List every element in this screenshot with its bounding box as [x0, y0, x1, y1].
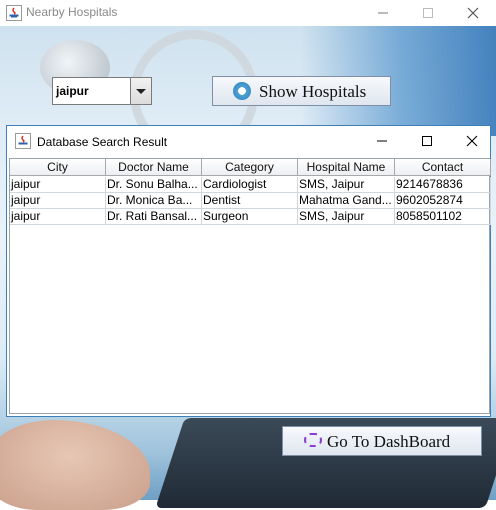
table-cell[interactable]: SMS, Jaipur: [298, 209, 395, 225]
table-header: City Doctor Name Category Hospital Name …: [10, 159, 491, 177]
close-icon: [467, 7, 479, 19]
java-icon: [15, 133, 31, 149]
column-header-city[interactable]: City: [10, 159, 106, 176]
table-cell[interactable]: 9602052874: [395, 193, 491, 209]
maximize-button[interactable]: [405, 2, 451, 24]
table-cell[interactable]: jaipur: [10, 209, 106, 225]
dialog-maximize-button[interactable]: [407, 130, 447, 152]
column-header-contact[interactable]: Contact: [395, 159, 491, 176]
maximize-icon: [422, 136, 432, 146]
results-table[interactable]: City Doctor Name Category Hospital Name …: [9, 158, 491, 414]
search-result-dialog: Database Search Result City Doctor Name …: [6, 125, 491, 417]
city-combobox-value: jaipur: [56, 84, 89, 98]
table-cell[interactable]: jaipur: [10, 193, 106, 209]
table-cell[interactable]: Surgeon: [202, 209, 298, 225]
show-hospitals-label: Show Hospitals: [259, 82, 367, 101]
table-cell[interactable]: Cardiologist: [202, 177, 298, 193]
table-cell[interactable]: jaipur: [10, 177, 106, 193]
table-row[interactable]: jaipur Dr. Monica Ba... Dentist Mahatma …: [10, 193, 491, 209]
column-header-doctor-name[interactable]: Doctor Name: [106, 159, 202, 176]
window-title: Nearby Hospitals: [26, 5, 118, 19]
table-cell[interactable]: SMS, Jaipur: [298, 177, 395, 193]
table-cell[interactable]: 9214678836: [395, 177, 491, 193]
dialog-title: Database Search Result: [37, 135, 168, 149]
column-header-hospital-name[interactable]: Hospital Name: [298, 159, 395, 176]
combobox-dropdown-button[interactable]: [130, 78, 151, 104]
table-cell[interactable]: Dentist: [202, 193, 298, 209]
hospital-icon: [233, 82, 251, 100]
dashboard-icon: [304, 433, 322, 447]
table-cell[interactable]: Dr. Sonu Balha...: [106, 177, 202, 193]
close-icon: [466, 135, 478, 147]
go-to-dashboard-button[interactable]: Go To DashBoard: [282, 426, 482, 456]
maximize-icon: [423, 8, 433, 18]
show-hospitals-button[interactable]: Show Hospitals: [212, 76, 391, 106]
java-icon: [6, 5, 22, 21]
table-row[interactable]: jaipur Dr. Rati Bansal... Surgeon SMS, J…: [10, 209, 491, 225]
table-cell[interactable]: Mahatma Gand...: [298, 193, 395, 209]
table-row[interactable]: jaipur Dr. Sonu Balha... Cardiologist SM…: [10, 177, 491, 193]
minimize-button[interactable]: [360, 2, 406, 24]
column-header-category[interactable]: Category: [202, 159, 298, 176]
chevron-down-icon: [136, 89, 146, 94]
table-cell[interactable]: Dr. Rati Bansal...: [106, 209, 202, 225]
table-cell[interactable]: 8058501102: [395, 209, 491, 225]
city-combobox[interactable]: jaipur: [52, 77, 152, 105]
window-titlebar: Nearby Hospitals: [0, 0, 496, 26]
table-cell[interactable]: Dr. Monica Ba...: [106, 193, 202, 209]
minimize-icon: [377, 140, 387, 142]
dialog-close-button[interactable]: [452, 130, 492, 152]
close-button[interactable]: [450, 2, 496, 24]
dialog-minimize-button[interactable]: [362, 130, 402, 152]
go-to-dashboard-label: Go To DashBoard: [327, 432, 451, 451]
minimize-icon: [378, 12, 388, 14]
